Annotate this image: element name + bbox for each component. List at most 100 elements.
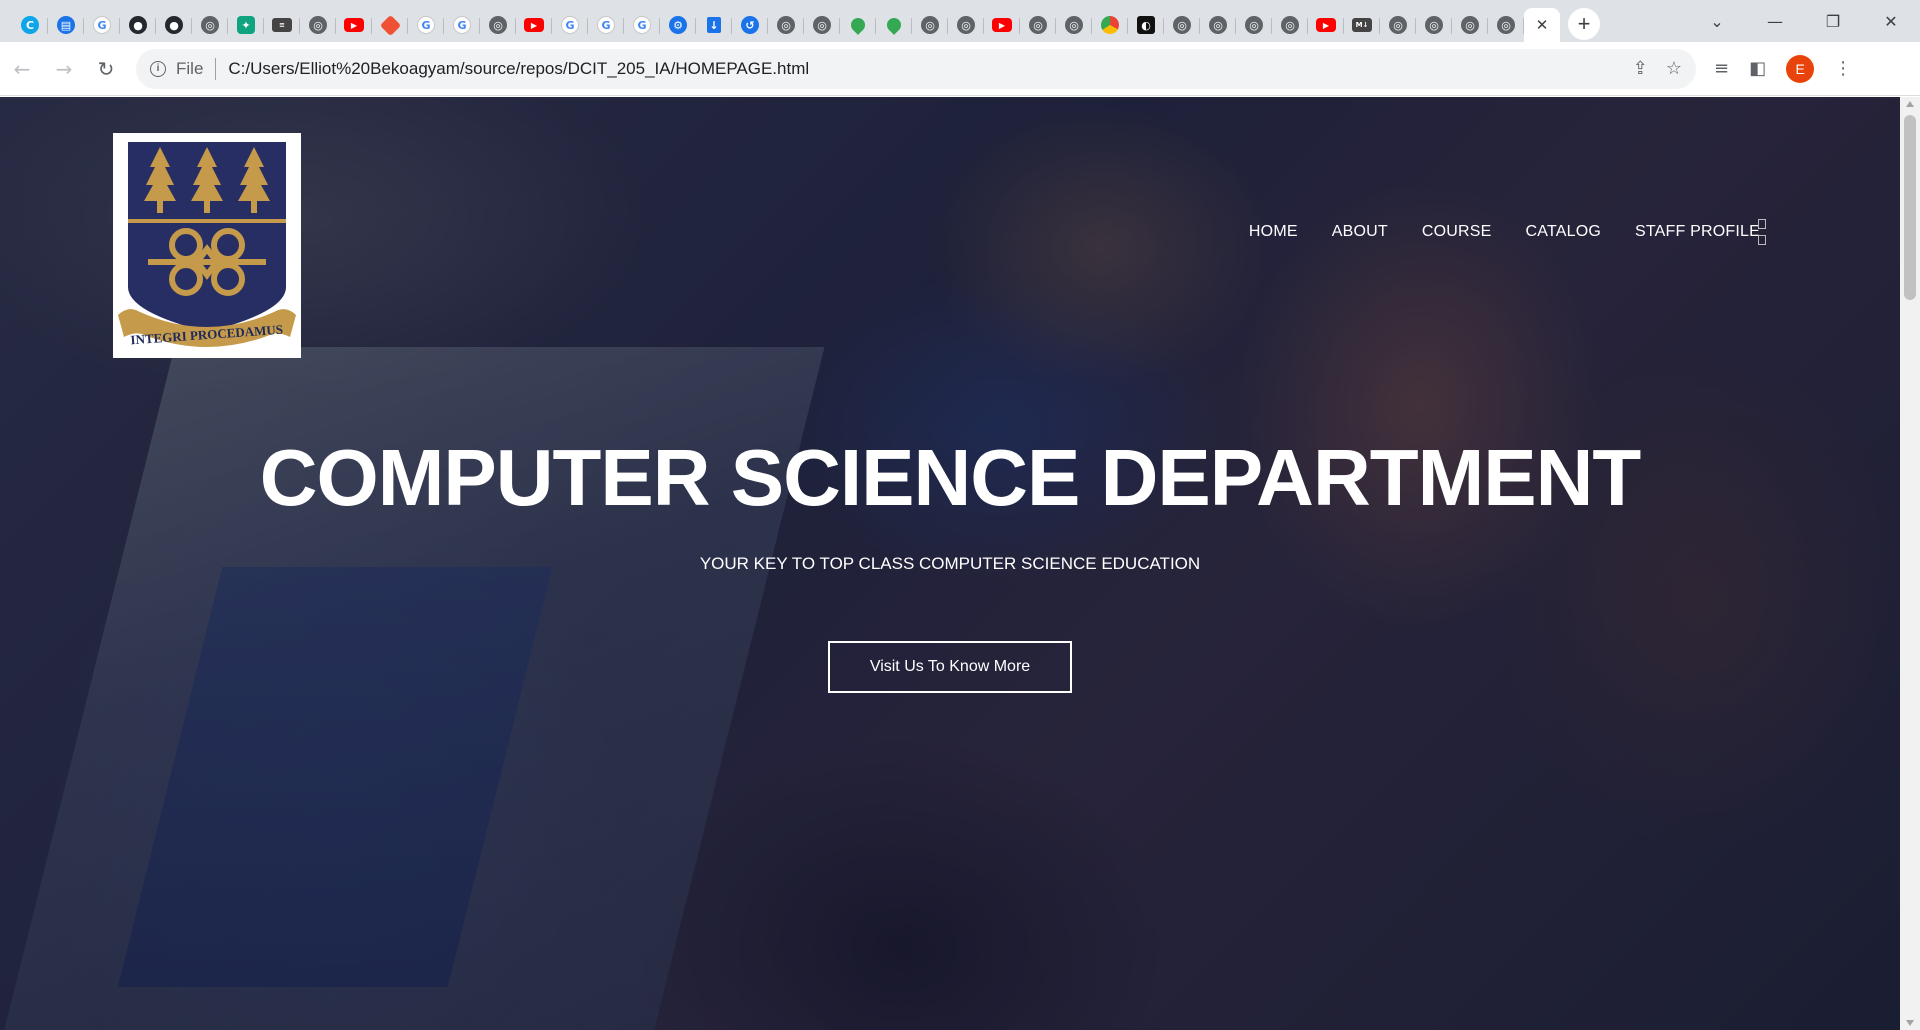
window-controls: ⌄ — ❐ ✕ bbox=[1688, 0, 1920, 42]
new-tab-button[interactable]: + bbox=[1568, 8, 1600, 40]
browser-tab[interactable]: ≡ bbox=[264, 8, 300, 42]
nav-link-catalog[interactable]: CATALOG bbox=[1526, 223, 1602, 241]
profile-avatar[interactable]: E bbox=[1786, 54, 1815, 83]
browser-tab[interactable]: ◎ bbox=[804, 8, 840, 42]
browser-tab[interactable]: ◎ bbox=[1236, 8, 1272, 42]
globe-icon: ◎ bbox=[1497, 16, 1515, 34]
browser-tab[interactable]: M↓ bbox=[1344, 8, 1380, 42]
address-bar[interactable]: i File C:/Users/Elliot%20Bekoagyam/sourc… bbox=[136, 48, 1696, 89]
browser-tab[interactable]: ◎ bbox=[300, 8, 336, 42]
browser-tab[interactable]: ▶ bbox=[516, 8, 552, 42]
browser-tab[interactable]: C bbox=[12, 8, 48, 42]
active-tab[interactable]: ✕ bbox=[1524, 8, 1560, 42]
browser-tab[interactable]: G bbox=[588, 8, 624, 42]
youtube-icon: ▶ bbox=[992, 18, 1012, 32]
globe-icon: ◎ bbox=[1461, 16, 1479, 34]
forward-button[interactable]: → bbox=[44, 49, 84, 89]
globe-icon: ◎ bbox=[957, 16, 975, 34]
share-icon[interactable]: ⇪ bbox=[1633, 58, 1648, 79]
browser-tab[interactable]: ● bbox=[120, 8, 156, 42]
nav-link-course[interactable]: COURSE bbox=[1422, 223, 1492, 241]
page-scrollbar[interactable] bbox=[1900, 97, 1920, 1030]
info-icon[interactable]: i bbox=[150, 60, 166, 77]
browser-tab[interactable]: G bbox=[84, 8, 120, 42]
url-text[interactable]: C:/Users/Elliot%20Bekoagyam/source/repos… bbox=[228, 59, 809, 79]
browser-tab[interactable]: ● bbox=[156, 8, 192, 42]
browser-tab[interactable]: ▶ bbox=[1308, 8, 1344, 42]
globe-icon: ◎ bbox=[1281, 16, 1299, 34]
browser-tab[interactable] bbox=[372, 8, 408, 42]
browser-tab[interactable]: G bbox=[624, 8, 660, 42]
browser-tab[interactable]: ▶ bbox=[336, 8, 372, 42]
globe-icon: ◎ bbox=[1209, 16, 1227, 34]
tab-search-icon[interactable]: ⌄ bbox=[1688, 12, 1746, 31]
browser-menu-icon[interactable]: ⋮ bbox=[1834, 58, 1852, 79]
address-separator bbox=[215, 57, 217, 80]
c-logo-icon: C bbox=[21, 16, 39, 34]
browser-tab-strip: C ▤ G ● ● ◎ ✦ ≡ ◎ ▶ G G ◎ ▶ G G G ⚙ ↓ ↺ ◎ ◎ ◎ ◎ ▶ ◎ ◎ ◐ ◎ ◎ ◎ ◎ ▶ M↓ ◎ ◎ ◎ ◎ … bbox=[0, 0, 1920, 42]
reading-list-icon[interactable]: ≡ bbox=[1714, 58, 1729, 79]
browser-tab[interactable]: ⚙ bbox=[660, 8, 696, 42]
globe-icon: ◎ bbox=[1389, 16, 1407, 34]
browser-tab[interactable]: ✦ bbox=[228, 8, 264, 42]
browser-tab[interactable]: ◎ bbox=[1020, 8, 1056, 42]
page-icon: ≡ bbox=[272, 18, 292, 32]
page-viewport: INTEGRI PROCEDAMUS HOME ABOUT COURSE CATALO… bbox=[0, 97, 1900, 1030]
google-icon: G bbox=[93, 16, 111, 34]
browser-tab[interactable]: ◐ bbox=[1128, 8, 1164, 42]
scroll-thumb[interactable] bbox=[1904, 115, 1916, 300]
globe-icon: ◎ bbox=[1173, 16, 1191, 34]
university-crest-logo[interactable]: INTEGRI PROCEDAMUS bbox=[113, 133, 301, 358]
google-icon: G bbox=[597, 16, 615, 34]
browser-tab[interactable]: ◎ bbox=[1452, 8, 1488, 42]
browser-tab[interactable]: G bbox=[444, 8, 480, 42]
youtube-icon: ▶ bbox=[524, 18, 544, 32]
browser-tab[interactable]: ◎ bbox=[1200, 8, 1236, 42]
minimize-icon[interactable]: — bbox=[1746, 12, 1804, 31]
browser-tab[interactable]: ▤ bbox=[48, 8, 84, 42]
bookmark-star-icon[interactable]: ☆ bbox=[1666, 58, 1682, 79]
browser-tab[interactable]: G bbox=[408, 8, 444, 42]
browser-tab[interactable]: ◎ bbox=[768, 8, 804, 42]
browser-tab[interactable]: G bbox=[552, 8, 588, 42]
nav-link-about[interactable]: ABOUT bbox=[1332, 223, 1388, 241]
scroll-up-arrow-icon[interactable] bbox=[1906, 101, 1914, 107]
browser-tab[interactable]: ◎ bbox=[480, 8, 516, 42]
visit-us-button[interactable]: Visit Us To Know More bbox=[828, 641, 1072, 693]
settings-icon: ⚙ bbox=[669, 16, 687, 34]
github-icon: ● bbox=[165, 16, 183, 34]
browser-tab[interactable]: ◎ bbox=[1416, 8, 1452, 42]
browser-tab[interactable]: ↺ bbox=[732, 8, 768, 42]
nav-link-home[interactable]: HOME bbox=[1249, 223, 1298, 241]
google-icon: G bbox=[417, 16, 435, 34]
globe-icon: ◎ bbox=[813, 16, 831, 34]
browser-tab[interactable] bbox=[1092, 8, 1128, 42]
browser-tab[interactable]: ◎ bbox=[1488, 8, 1524, 42]
browser-tab[interactable] bbox=[876, 8, 912, 42]
browser-tab[interactable]: ◎ bbox=[1056, 8, 1092, 42]
globe-icon: ◎ bbox=[777, 16, 795, 34]
side-panel-icon[interactable]: ◧ bbox=[1749, 58, 1766, 79]
git-icon bbox=[379, 14, 401, 36]
browser-tab[interactable]: ◎ bbox=[1380, 8, 1416, 42]
browser-tab[interactable]: ◎ bbox=[1272, 8, 1308, 42]
back-button[interactable]: ← bbox=[2, 49, 42, 89]
maps-icon bbox=[848, 15, 868, 35]
google-icon: G bbox=[633, 16, 651, 34]
reload-button[interactable]: ↻ bbox=[86, 49, 126, 89]
close-window-icon[interactable]: ✕ bbox=[1862, 12, 1920, 31]
nav-link-staff-profile[interactable]: STAFF PROFILE bbox=[1635, 223, 1760, 241]
restore-icon[interactable]: ❐ bbox=[1804, 12, 1862, 31]
browser-tab[interactable]: ◎ bbox=[1164, 8, 1200, 42]
browser-tab[interactable]: ◎ bbox=[948, 8, 984, 42]
chrome-icon bbox=[1101, 16, 1119, 34]
browser-tab[interactable]: ↓ bbox=[696, 8, 732, 42]
close-tab-icon[interactable]: ✕ bbox=[1536, 16, 1549, 34]
browser-tab[interactable]: ◎ bbox=[192, 8, 228, 42]
nav-toggle-icon[interactable] bbox=[1758, 219, 1768, 251]
browser-tab[interactable] bbox=[840, 8, 876, 42]
browser-tab[interactable]: ◎ bbox=[912, 8, 948, 42]
scroll-down-arrow-icon[interactable] bbox=[1906, 1020, 1914, 1026]
browser-tab[interactable]: ▶ bbox=[984, 8, 1020, 42]
dark-app-icon: ◐ bbox=[1137, 16, 1155, 34]
